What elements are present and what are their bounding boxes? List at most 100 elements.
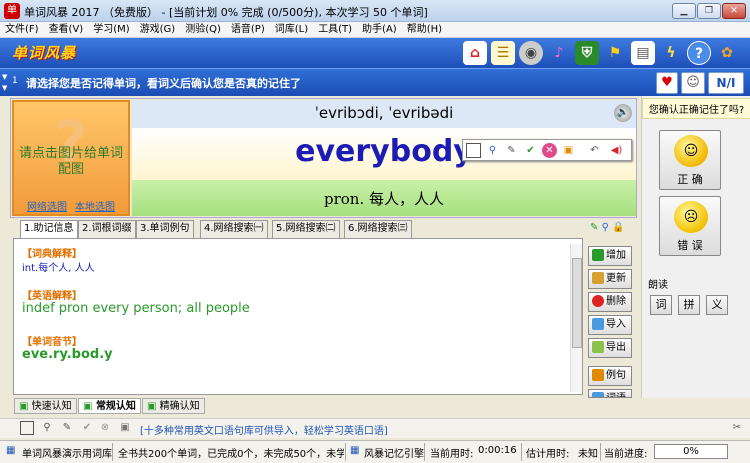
- music-icon[interactable]: ♪: [547, 41, 571, 65]
- read-spelling-button[interactable]: 拼: [678, 295, 700, 315]
- sound-icon[interactable]: ◀): [609, 143, 624, 158]
- book-summary: 全书共200个单词，已完成0个，未完成50个，未学习150个: [118, 449, 344, 460]
- search-icon[interactable]: ⚲: [40, 421, 54, 435]
- import-icon: [592, 318, 604, 330]
- menu-help[interactable]: 帮助(H): [402, 22, 447, 38]
- status-bar: ▦ 单词风暴演示用词库 全书共200个单词，已完成0个，未完成50个，未学习15…: [0, 440, 750, 463]
- menu-voice[interactable]: 语音(P): [226, 22, 270, 38]
- word-image-box[interactable]: ? 请点击图片给单词配图 网络选图 本地选图: [12, 100, 130, 216]
- tab-web-search-2[interactable]: 5.网络搜索㈡: [272, 220, 340, 238]
- online-image-link[interactable]: 网络选图: [27, 202, 67, 213]
- undo-icon[interactable]: ↶: [587, 143, 602, 158]
- menu-study[interactable]: 学习(M): [88, 22, 134, 38]
- tab-root-affix[interactable]: 2.词根词缀: [78, 220, 136, 238]
- menu-quiz[interactable]: 测验(Q): [180, 22, 226, 38]
- bottom-toolbar: ⚲ ✎ ✔ ⊗ ▣ [十多种常用英文口语句库可供导入，轻松学习英语口语] ✂: [0, 418, 750, 438]
- mode-fast[interactable]: ▣ 快速认知: [14, 398, 77, 414]
- delete-button[interactable]: 删除: [588, 292, 632, 312]
- dict-title: 【词典解释】: [22, 249, 82, 260]
- add-button[interactable]: 增加: [588, 246, 632, 266]
- content-scrollbar[interactable]: [570, 244, 582, 392]
- help-icon[interactable]: ?: [687, 41, 711, 65]
- tab-mnemonic[interactable]: 1.助记信息: [20, 220, 78, 239]
- menu-file[interactable]: 文件(F): [0, 22, 44, 38]
- correct-button[interactable]: ☺ 正 确: [659, 130, 721, 190]
- title-bar: 单 单词风暴 2017 （免费版） - [当前计划 0% 完成 (0/500分)…: [0, 0, 750, 22]
- menu-view[interactable]: 查看(V): [44, 22, 89, 38]
- edit-icon[interactable]: ✎: [60, 421, 74, 435]
- import-button[interactable]: 导入: [588, 315, 632, 335]
- estimated-time: 未知: [578, 449, 598, 460]
- edit-icon[interactable]: ✎: [504, 143, 519, 158]
- scroll-thumb[interactable]: [572, 258, 582, 348]
- example-button[interactable]: 例句: [588, 366, 632, 386]
- info-tabs: 1.助记信息 2.词根词缀 3.单词例句 4.网络搜索㈠ 5.网络搜索㈡ 6.网…: [10, 220, 630, 239]
- search-icon[interactable]: ⚲: [602, 222, 609, 233]
- shield-icon[interactable]: ⛨: [575, 41, 599, 65]
- right-pane: 您确认正确记住了吗? ☺ 正 确 ☹ 错 误: [641, 96, 750, 398]
- read-aloud-label: 朗读: [648, 280, 668, 291]
- mode-icon: ▣: [19, 401, 29, 412]
- phrase-button[interactable]: 词语: [588, 389, 632, 398]
- mode-precise[interactable]: ▣ 精确认知: [142, 398, 205, 414]
- export-icon: [592, 341, 604, 353]
- local-image-link[interactable]: 本地选图: [75, 202, 115, 213]
- menu-game[interactable]: 游戏(G): [135, 22, 181, 38]
- tool-icon[interactable]: ✂: [730, 421, 744, 435]
- export-button[interactable]: 导出: [588, 338, 632, 358]
- note-icon[interactable]: ▣: [118, 421, 132, 435]
- image-links: 网络选图 本地选图: [14, 198, 128, 213]
- engine-name: 风暴记忆引擎: [364, 449, 424, 460]
- main-toolbar: 单词风暴 ⌂ ☰ ◉ ♪ ⛨ ⚑ ▤ ϟ ? ✿: [0, 38, 750, 68]
- cancel-icon[interactable]: ✕: [542, 143, 557, 158]
- cd-icon[interactable]: ◉: [519, 41, 543, 65]
- home-icon[interactable]: ⌂: [463, 41, 487, 65]
- note-icon[interactable]: ▣: [561, 143, 576, 158]
- update-button[interactable]: 更新: [588, 269, 632, 289]
- tip-text[interactable]: [十多种常用英文口语句库可供导入，轻松学习英语口语]: [140, 422, 388, 437]
- read-word-button[interactable]: 词: [650, 295, 672, 315]
- palette-icon[interactable]: ✿: [715, 41, 739, 65]
- menu-assistant[interactable]: 助手(A): [357, 22, 402, 38]
- current-time: 0:00:16: [478, 445, 517, 456]
- read-meaning-button[interactable]: 义: [706, 295, 728, 315]
- happy-face-icon: ☺: [674, 135, 708, 167]
- restore-button[interactable]: ❐: [697, 3, 721, 19]
- tab-web-search-3[interactable]: 6.网络搜索㈢: [344, 220, 412, 238]
- mnemonic-content: 【词典解释】 int.每个人, 人人 【英语解释】 indef pron eve…: [13, 238, 583, 395]
- divider: [521, 443, 522, 461]
- checkbox-icon[interactable]: [20, 421, 34, 435]
- menu-tools[interactable]: 工具(T): [313, 22, 357, 38]
- tab-example[interactable]: 3.单词例句: [136, 220, 194, 238]
- menu-library[interactable]: 词库(L): [270, 22, 313, 38]
- mode-tabs: ▣ 快速认知 ▣ 常规认知 ▣ 精确认知: [10, 398, 630, 416]
- mode-normal[interactable]: ▣ 常规认知: [78, 398, 141, 414]
- estimated-time-label: 估计用时:: [526, 449, 570, 460]
- book-icon[interactable]: ▤: [631, 41, 655, 65]
- cancel-icon[interactable]: ⊗: [98, 421, 112, 435]
- search-icon[interactable]: ⚲: [485, 143, 500, 158]
- flash-icon[interactable]: ϟ: [659, 41, 683, 65]
- current-time-label: 当前用时:: [430, 449, 474, 460]
- check-icon[interactable]: ✔: [80, 421, 94, 435]
- expand-icon[interactable]: ▼ ▼: [2, 72, 12, 94]
- phonetic: ˈevribɔdi, ˈevribədi: [314, 104, 454, 122]
- speaker-icon[interactable]: 🔊: [614, 104, 632, 122]
- checkbox-icon[interactable]: [466, 143, 481, 158]
- wrong-button[interactable]: ☹ 错 误: [659, 196, 721, 256]
- ni-button[interactable]: N/I: [708, 72, 744, 94]
- person-icon[interactable]: ☺: [681, 72, 705, 94]
- minimize-button[interactable]: ▁: [672, 3, 696, 19]
- close-button[interactable]: ✕: [722, 3, 746, 19]
- runner-icon[interactable]: ⚑: [603, 41, 627, 65]
- refresh-icon: [592, 272, 604, 284]
- syllable-title: 【单词音节】: [22, 337, 82, 348]
- check-icon[interactable]: ✔: [523, 143, 538, 158]
- tab-web-search-1[interactable]: 4.网络搜索㈠: [200, 220, 268, 238]
- divider: [600, 443, 601, 461]
- heart-icon[interactable]: ♥: [656, 72, 678, 94]
- lock-icon[interactable]: 🔒: [612, 222, 624, 233]
- list-icon[interactable]: ☰: [491, 41, 515, 65]
- correct-label: 正 确: [677, 173, 703, 186]
- pencil-icon[interactable]: ✎: [590, 222, 598, 233]
